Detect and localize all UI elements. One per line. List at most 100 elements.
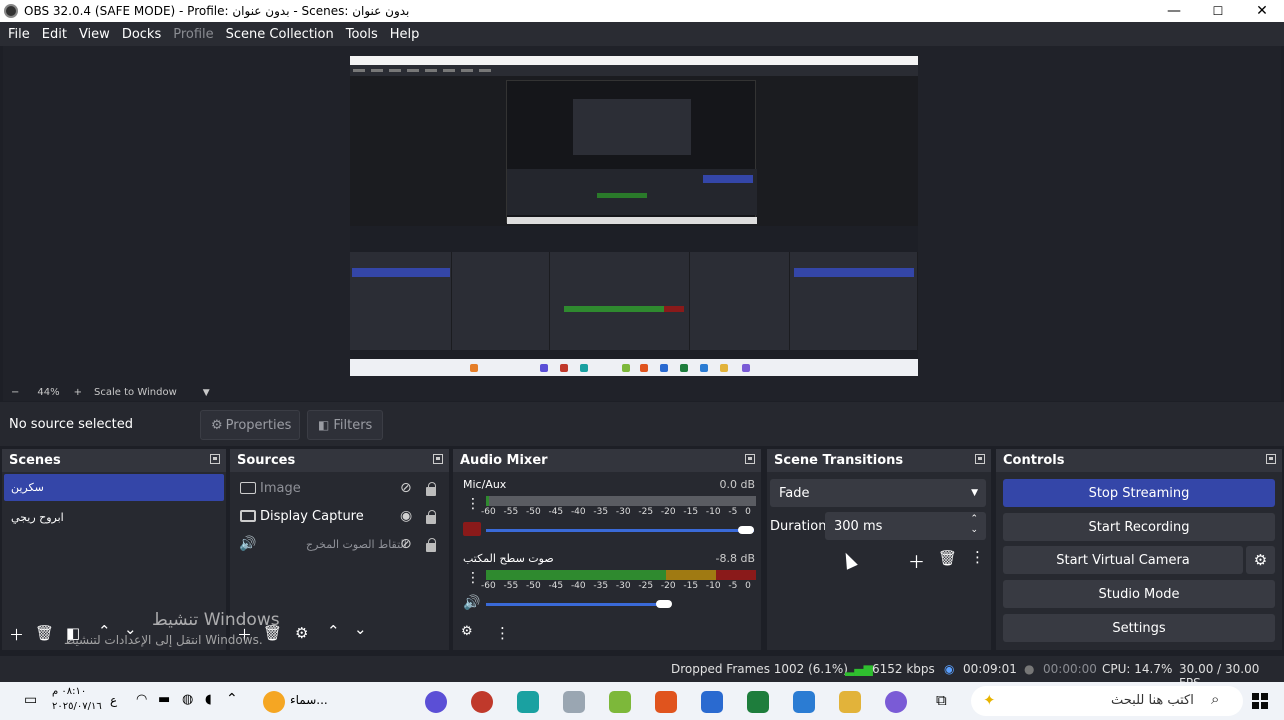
scene-item[interactable]: ابروح ريجي xyxy=(4,504,224,531)
app-icon[interactable] xyxy=(517,691,539,713)
notifications-icon[interactable]: ▭ xyxy=(24,692,37,708)
source-item[interactable]: Display Capture ◉ xyxy=(230,503,448,529)
start-recording-button[interactable]: Start Recording xyxy=(1003,513,1275,541)
volume-slider-knob[interactable] xyxy=(738,526,754,534)
remove-transition-icon[interactable]: 🗑 xyxy=(938,549,957,567)
preview-nested-titlebar xyxy=(350,56,918,65)
copilot-icon[interactable] xyxy=(885,691,907,713)
meter-ticks: -60 -55 -50 -45 -40 -35 -30 -25 -20 -15 -10 -5 0 xyxy=(481,507,751,517)
channel-menu-icon[interactable]: ⋮ xyxy=(466,570,480,586)
volume-slider[interactable] xyxy=(486,529,754,532)
weather-label[interactable]: سماء... xyxy=(290,693,328,707)
lock-icon[interactable] xyxy=(426,538,436,552)
menu-scene-collection[interactable]: Scene Collection xyxy=(220,27,340,42)
speaker-icon[interactable]: ◖ xyxy=(205,692,212,707)
zoom-out-button[interactable]: − xyxy=(11,387,19,398)
stop-streaming-button[interactable]: Stop Streaming xyxy=(1003,479,1275,507)
menu-edit[interactable]: Edit xyxy=(36,27,73,42)
source-item[interactable]: 🔊 التقاط الصوت المخرج ⊘ xyxy=(230,531,448,557)
menu-help[interactable]: Help xyxy=(384,27,426,42)
obs-taskbar-icon[interactable] xyxy=(471,691,493,713)
menu-file[interactable]: File xyxy=(2,27,36,42)
meter-ticks: -60 -55 -50 -45 -40 -35 -30 -25 -20 -15 -10 -5 0 xyxy=(481,581,751,591)
minimize-button[interactable]: — xyxy=(1152,0,1196,22)
program-preview[interactable] xyxy=(350,56,918,376)
scene-item-selected[interactable]: سكرين xyxy=(4,474,224,501)
windows-start-icon[interactable] xyxy=(1252,693,1268,709)
volume-slider[interactable] xyxy=(486,603,666,606)
duration-spinbox[interactable]: 300 ms ⌃ ⌄ xyxy=(825,512,986,540)
store-icon[interactable] xyxy=(609,691,631,713)
stream-time: 00:09:01 xyxy=(963,662,1017,676)
excel-icon[interactable] xyxy=(747,691,769,713)
volume-slider-knob[interactable] xyxy=(656,600,672,608)
settings-button[interactable]: Settings xyxy=(1003,614,1275,642)
properties-button-label: Properties xyxy=(225,417,292,433)
mic-muted-icon[interactable] xyxy=(463,522,481,536)
transition-menu-icon[interactable]: ⋮ xyxy=(970,548,985,566)
outlook-icon[interactable] xyxy=(701,691,723,713)
add-transition-icon[interactable]: ＋ xyxy=(908,548,925,573)
source-label: Image xyxy=(260,480,301,496)
undock-icon[interactable] xyxy=(975,454,985,464)
mail-icon[interactable] xyxy=(793,691,815,713)
sources-dock-header: Sources xyxy=(230,449,449,472)
clock-date[interactable]: ٢٠٢٥/٠٧/١٦ xyxy=(52,701,102,712)
menu-view[interactable]: View xyxy=(73,27,116,42)
spin-down-icon[interactable]: ⌄ xyxy=(970,525,978,535)
visibility-icon[interactable]: ◉ xyxy=(400,508,412,524)
discord-icon[interactable] xyxy=(425,691,447,713)
transitions-body: Fade ▼ Duration 300 ms ⌃ ⌄ ＋ 🗑 ⋮ xyxy=(767,472,991,650)
add-scene-icon[interactable]: ＋ xyxy=(9,624,24,645)
weather-icon[interactable] xyxy=(263,691,285,713)
mixer-menu-icon[interactable]: ⋮ xyxy=(495,624,510,642)
language-indicator[interactable]: ع xyxy=(110,693,117,707)
remove-scene-icon[interactable]: 🗑 xyxy=(35,624,54,642)
zoom-bar: − 44% + Scale to Window ▼ xyxy=(3,384,1281,401)
microphone-icon[interactable]: ◍ xyxy=(182,692,193,707)
visibility-hidden-icon[interactable]: ⊘ xyxy=(400,536,412,552)
visibility-hidden-icon[interactable]: ⊘ xyxy=(400,480,412,496)
close-button[interactable]: ✕ xyxy=(1240,0,1284,22)
move-source-down-icon[interactable]: ⌄ xyxy=(354,620,367,638)
menu-profile[interactable]: Profile xyxy=(167,27,219,42)
source-item[interactable]: Image ⊘ xyxy=(230,475,448,501)
audio-mixer-title: Audio Mixer xyxy=(460,453,548,468)
speaker-icon[interactable]: 🔊 xyxy=(463,595,480,611)
search-icon: ⌕ xyxy=(1211,690,1220,708)
spin-up-icon[interactable]: ⌃ xyxy=(970,514,978,524)
properties-button[interactable]: ⚙ Properties xyxy=(200,410,300,440)
brave-browser-icon[interactable] xyxy=(655,691,677,713)
task-view-icon[interactable]: ⧉ xyxy=(936,691,947,709)
search-highlight-icon: ✦ xyxy=(983,691,996,709)
filters-button[interactable]: ◧ Filters xyxy=(307,410,383,440)
undock-icon[interactable] xyxy=(745,454,755,464)
clock-time[interactable]: ٠٨:١٠ م xyxy=(52,686,86,697)
file-explorer-icon[interactable] xyxy=(839,691,861,713)
undock-icon[interactable] xyxy=(1266,454,1276,464)
undock-icon[interactable] xyxy=(210,454,220,464)
tray-expand-icon[interactable]: ⌃ xyxy=(226,691,238,707)
zoom-in-button[interactable]: + xyxy=(74,387,82,398)
battery-icon[interactable]: ▬ xyxy=(158,692,170,707)
source-properties-icon[interactable]: ⚙ xyxy=(295,624,308,642)
maximize-button[interactable]: ☐ xyxy=(1196,0,1240,22)
scale-mode-dropdown-icon[interactable]: ▼ xyxy=(203,388,210,398)
transition-select[interactable]: Fade ▼ xyxy=(770,479,986,507)
lock-icon[interactable] xyxy=(426,510,436,524)
menu-docks[interactable]: Docks xyxy=(116,27,167,42)
photos-icon[interactable] xyxy=(563,691,585,713)
move-source-up-icon[interactable]: ⌃ xyxy=(327,622,340,640)
start-virtual-camera-button[interactable]: Start Virtual Camera xyxy=(1003,546,1243,574)
scale-mode-select[interactable]: Scale to Window xyxy=(94,387,177,398)
taskbar-search-box[interactable]: ✦ اكتب هنا للبحث ⌕ xyxy=(971,686,1243,716)
lock-icon[interactable] xyxy=(426,482,436,496)
wifi-icon[interactable]: ◠ xyxy=(136,692,147,707)
menu-tools[interactable]: Tools xyxy=(340,27,384,42)
undock-icon[interactable] xyxy=(433,454,443,464)
advanced-audio-icon[interactable]: ⚙ xyxy=(461,624,473,639)
record-time: 00:00:00 xyxy=(1043,662,1097,676)
channel-menu-icon[interactable]: ⋮ xyxy=(466,496,480,512)
studio-mode-button[interactable]: Studio Mode xyxy=(1003,580,1275,608)
virtual-camera-settings-icon[interactable]: ⚙ xyxy=(1246,546,1275,574)
